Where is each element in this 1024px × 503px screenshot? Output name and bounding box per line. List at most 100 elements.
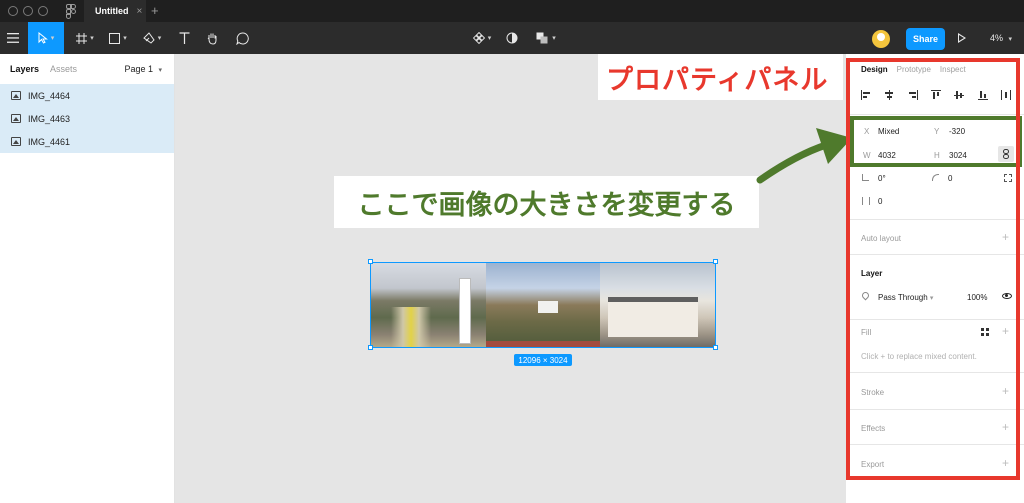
boolean-icon [536,32,548,44]
house-graphic [537,301,558,313]
align-vertical-center-icon[interactable] [954,90,965,100]
comment-icon [235,31,249,45]
divider [846,372,1024,373]
shelter-graphic [608,297,699,337]
main-menu-button[interactable] [0,22,26,54]
text-icon [179,32,189,44]
close-tab-icon[interactable]: × [137,6,143,17]
file-tab-title: Untitled [95,6,129,16]
opacity-input[interactable]: 100% [967,293,987,302]
layer-row[interactable]: IMG_4464 [0,84,174,107]
image-icon [11,91,21,100]
tab-layers[interactable]: Layers [10,64,39,74]
figma-window: Untitled × + ▾ ▾ ▾ ▾ ▾ ▾ Share 4% ▾ Laye… [0,0,1024,503]
move-tool-button[interactable]: ▾ [28,22,64,54]
figma-logo-icon[interactable] [66,4,76,19]
shape-tool-button[interactable]: ▾ [104,22,132,54]
platform-graphic [391,307,431,347]
blend-mode-select[interactable]: Pass Through ▾ [878,293,933,302]
callout-resize-here: ここで画像の大きさを変更する [334,176,759,228]
add-stroke-icon[interactable]: + [1002,384,1009,398]
mask-button[interactable] [502,22,522,54]
resize-handle-top-right[interactable] [713,259,718,264]
align-left-icon[interactable] [861,90,871,100]
text-tool-button[interactable] [174,22,194,54]
distribute-icon[interactable] [1000,90,1011,100]
boolean-button[interactable]: ▾ [532,22,560,54]
tab-inspect[interactable]: Inspect [940,65,966,74]
style-grid-icon[interactable] [981,328,989,336]
add-export-icon[interactable]: + [1002,456,1009,470]
rectangle-icon [109,32,121,44]
spacing-input[interactable]: 0 [878,197,882,206]
user-avatar[interactable] [872,30,890,48]
chevron-down-icon: ▾ [487,35,492,42]
zoom-value: 4% [990,33,1004,43]
divider [846,409,1024,410]
page-selector[interactable]: Page 1 ▾ [124,64,162,74]
frame-tool-button[interactable]: ▾ [72,22,98,54]
effects-title: Effects [861,424,886,433]
present-play-icon[interactable] [958,33,966,43]
align-horizontal-center-icon[interactable] [884,90,894,100]
corner-radius-input[interactable]: 0 [948,174,952,183]
selected-images[interactable] [370,262,716,348]
align-bottom-icon[interactable] [977,90,988,100]
rotation-input[interactable]: 0° [878,174,886,183]
align-right-icon[interactable] [908,90,918,100]
hand-tool-button[interactable] [202,22,222,54]
components-button[interactable]: ▾ [468,22,496,54]
zoom-window-button[interactable] [38,6,48,16]
add-auto-layout-icon[interactable]: + [1002,230,1009,244]
file-tab[interactable]: Untitled × [84,0,146,22]
tab-design[interactable]: Design [861,65,888,74]
layers-panel: Layers Assets Page 1 ▾ IMG_4464 IMG_4463… [0,54,175,503]
resize-handle-top-left[interactable] [368,259,373,264]
stroke-title: Stroke [861,388,885,397]
blend-mode-value: Pass Through [878,293,928,302]
align-top-icon[interactable] [930,90,941,100]
resize-handle-bottom-right[interactable] [713,345,718,350]
resize-handle-bottom-left[interactable] [368,345,373,350]
image-station-platform[interactable] [371,263,486,347]
comment-tool-button[interactable] [232,22,252,54]
divider [846,219,1024,220]
window-controls [8,6,48,16]
chevron-down-icon: ▾ [157,35,162,42]
roof-strip-graphic [485,341,601,347]
corner-radius-icon [932,174,939,181]
pen-tool-button[interactable]: ▾ [138,22,166,54]
fill-title: Fill [861,328,872,337]
zoom-level[interactable]: 4% ▾ [990,33,1012,43]
layer-name: IMG_4461 [28,136,71,147]
green-arrow-icon [756,128,852,184]
divider [846,319,1024,320]
new-tab-button[interactable]: + [151,3,159,18]
image-station-shelter[interactable] [600,263,716,347]
layer-name: IMG_4464 [28,90,71,101]
add-fill-icon[interactable]: + [1002,324,1009,338]
tab-assets[interactable]: Assets [50,64,77,74]
eye-icon[interactable] [1002,293,1012,299]
chevron-down-icon: ▾ [1008,36,1013,43]
callout-properties-panel: プロパティパネル [598,54,843,100]
pen-icon [142,32,155,44]
chevron-down-icon: ▾ [90,35,94,42]
fill-hint: Click + to replace mixed content. [861,352,977,361]
add-effect-icon[interactable]: + [1002,420,1009,434]
independent-corners-icon[interactable] [1004,174,1012,182]
station-sign-graphic [459,278,471,344]
chevron-down-icon: ▾ [158,67,162,74]
right-panel-tabs: Design Prototype Inspect [861,65,966,74]
spacing-icon [862,197,870,205]
layer-row[interactable]: IMG_4463 [0,107,174,130]
image-mountain-view[interactable] [485,263,601,347]
rotation-icon [862,174,869,181]
close-window-button[interactable] [8,6,18,16]
share-button[interactable]: Share [906,28,945,50]
divider [846,444,1024,445]
layer-row[interactable]: IMG_4461 [0,130,174,153]
divider [846,254,1024,255]
tab-prototype[interactable]: Prototype [897,65,931,74]
minimize-window-button[interactable] [23,6,33,16]
